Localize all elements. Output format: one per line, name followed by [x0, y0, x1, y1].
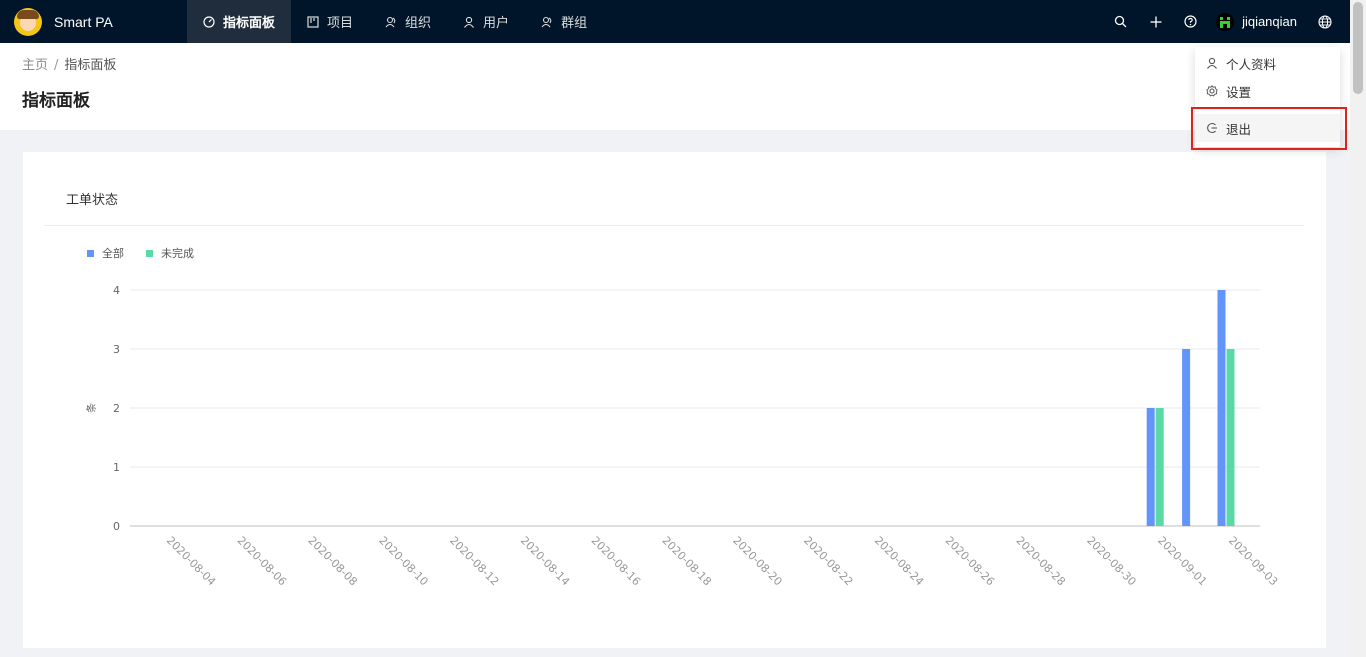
nav-item-groups[interactable]: 群组 [525, 0, 603, 43]
group-icon [541, 16, 552, 27]
avatar [1216, 12, 1235, 31]
top-nav-bar: Smart PA 指标面板 项目 组织 用户 群组 jiqianqian [0, 0, 1350, 43]
x-tick-label: 2020-08-12 [447, 534, 501, 588]
x-tick-label: 2020-09-03 [1226, 534, 1280, 588]
legend-label: 未完成 [161, 246, 194, 260]
scrollbar-thumb[interactable] [1353, 2, 1363, 94]
bar [1226, 349, 1235, 526]
x-tick-label: 2020-08-20 [730, 534, 784, 588]
y-tick-label: 2 [113, 402, 120, 415]
globe-icon [1317, 14, 1332, 29]
nav-item-label: 用户 [483, 16, 510, 31]
highlight-box [1191, 107, 1347, 150]
nav-item-label: 指标面板 [223, 16, 276, 31]
x-tick-label: 2020-08-30 [1084, 534, 1138, 588]
x-tick-label: 2020-08-18 [659, 534, 713, 588]
add-button[interactable] [1138, 0, 1173, 43]
y-tick-label: 3 [113, 343, 120, 356]
legend-marker [146, 250, 153, 257]
team-icon [385, 16, 396, 27]
x-tick-label: 2020-08-24 [872, 534, 926, 588]
header-tools: jiqianqian [1103, 0, 1350, 43]
page-title: 指标面板 [22, 91, 90, 111]
y-tick-label: 4 [113, 284, 120, 297]
dashboard-icon [203, 15, 215, 28]
help-button[interactable] [1173, 0, 1208, 43]
breadcrumb-home-link[interactable]: 主页 [22, 58, 48, 73]
user-menu-trigger[interactable]: jiqianqian [1208, 0, 1307, 43]
menu-item-settings[interactable]: 设置 [1195, 77, 1340, 105]
project-icon [307, 15, 319, 28]
question-circle-icon [1184, 15, 1197, 28]
breadcrumb-separator: / [54, 58, 59, 73]
menu-item-profile[interactable]: 个人资料 [1195, 49, 1340, 77]
nav-item-label: 组织 [405, 16, 432, 31]
x-tick-label: 2020-08-28 [1013, 534, 1067, 588]
username: jiqianqian [1242, 14, 1297, 29]
x-tick-label: 2020-08-14 [518, 534, 572, 588]
ticket-status-chart: 全部 未完成 0 1 2 3 4 条 2020-08-04 2020-08-06 2020-08-0… [85, 246, 1280, 588]
legend-marker [87, 250, 94, 257]
brand[interactable]: Smart PA [0, 0, 187, 43]
user-icon [464, 16, 474, 28]
app-logo [14, 7, 42, 36]
search-button[interactable] [1103, 0, 1138, 43]
y-axis-label: 条 [85, 403, 98, 413]
plus-icon [1150, 16, 1162, 27]
legend-label: 全部 [102, 246, 124, 260]
x-tick-label: 2020-08-22 [801, 534, 855, 588]
nav-item-projects[interactable]: 项目 [291, 0, 369, 43]
breadcrumb: 主页 / 指标面板 [22, 54, 116, 73]
bar [1155, 408, 1164, 526]
app-name: Smart PA [54, 13, 113, 30]
main-nav: 指标面板 项目 组织 用户 群组 [187, 0, 603, 43]
user-icon [1207, 57, 1217, 69]
nav-item-label: 群组 [561, 16, 588, 31]
x-tick-label: 2020-08-04 [164, 534, 218, 588]
bar [1217, 290, 1226, 526]
language-button[interactable] [1307, 0, 1342, 43]
x-tick-label: 2020-08-16 [589, 534, 643, 588]
setting-icon [1206, 85, 1218, 97]
x-tick-label: 2020-08-06 [235, 534, 289, 588]
page-header: 主页 / 指标面板 指标面板 [0, 43, 1350, 130]
y-tick-label: 0 [113, 520, 120, 533]
nav-item-users[interactable]: 用户 [447, 0, 525, 43]
menu-item-label: 个人资料 [1226, 56, 1277, 72]
x-tick-label: 2020-08-10 [376, 534, 430, 588]
page-scrollbar[interactable] [1350, 0, 1366, 657]
search-icon [1114, 15, 1127, 28]
menu-item-label: 设置 [1226, 84, 1252, 100]
breadcrumb-current: 指标面板 [64, 58, 117, 73]
x-tick-label: 2020-09-01 [1155, 534, 1209, 588]
y-tick-label: 1 [113, 461, 120, 474]
x-tick-label: 2020-08-26 [943, 534, 997, 588]
bar [1146, 408, 1155, 526]
nav-item-label: 项目 [327, 16, 354, 31]
x-tick-label: 2020-08-08 [305, 534, 359, 588]
nav-item-dashboard[interactable]: 指标面板 [187, 0, 292, 43]
bar [1182, 349, 1191, 526]
nav-item-organizations[interactable]: 组织 [369, 0, 447, 43]
ticket-status-card: 工单状态 全部 未完成 0 1 2 3 4 条 2020-08-04 2020-08-06 2020… [23, 152, 1326, 648]
